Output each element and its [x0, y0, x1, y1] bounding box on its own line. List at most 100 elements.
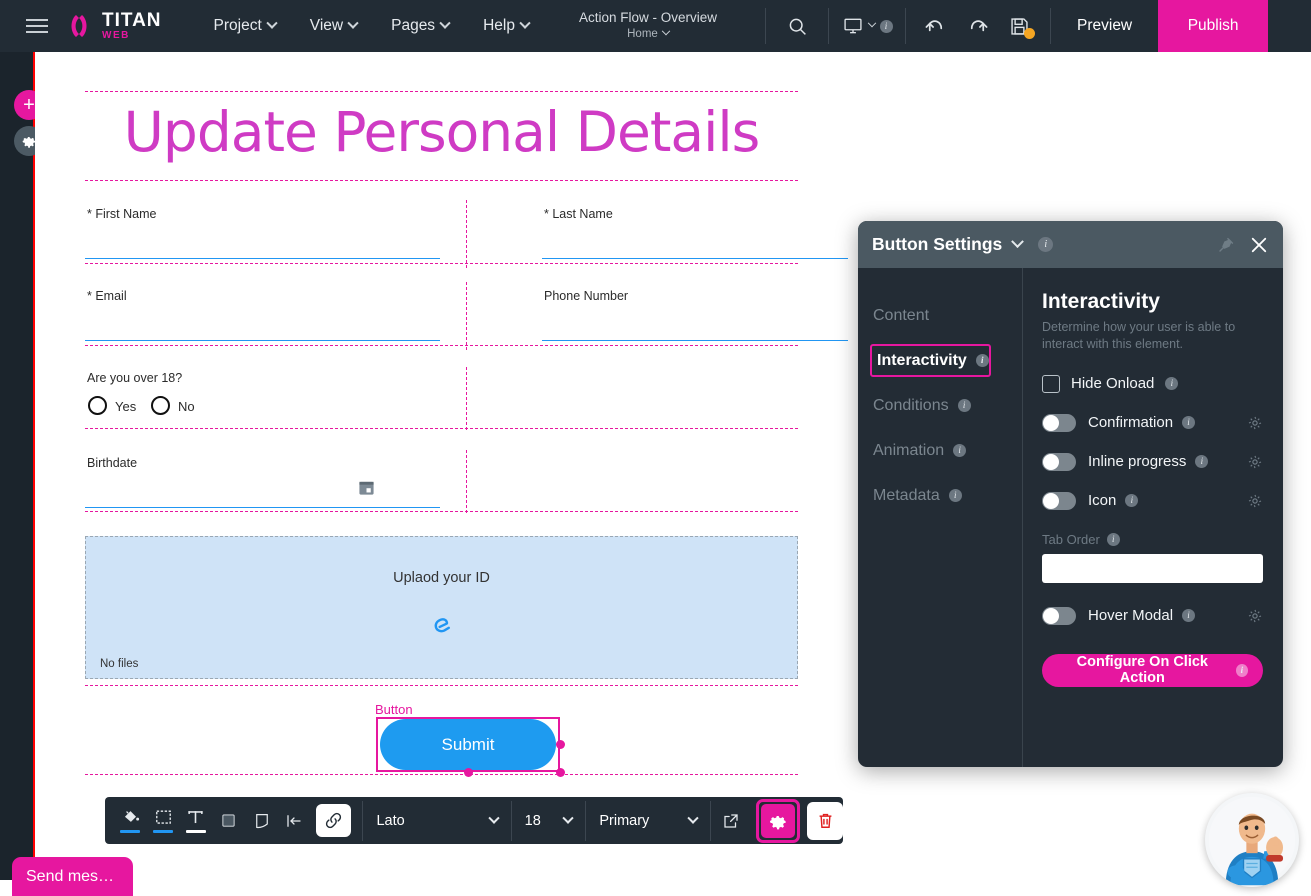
gear-icon — [1248, 609, 1262, 622]
panel-nav-item-content[interactable]: Content — [858, 293, 1022, 338]
panel-info-icon[interactable]: i — [1038, 237, 1054, 252]
chevron-down-icon[interactable] — [1011, 235, 1025, 249]
brand-logo[interactable]: TITAN WEB — [64, 11, 162, 41]
font-family-select[interactable]: Lato — [363, 797, 510, 844]
inline-progress-info-icon[interactable]: i — [1195, 455, 1209, 469]
configure-info-icon[interactable]: i — [1235, 663, 1248, 677]
hover-modal-toggle[interactable] — [1042, 606, 1076, 625]
divider — [905, 8, 906, 44]
open-external-button[interactable] — [711, 797, 751, 844]
align-left-button[interactable] — [278, 797, 311, 844]
hide-onload-checkbox[interactable] — [1042, 374, 1060, 393]
resize-handle-corner[interactable] — [556, 768, 565, 777]
hide-onload-info-icon[interactable]: i — [1165, 377, 1179, 391]
confirmation-info-icon[interactable]: i — [1182, 416, 1196, 430]
desktop-icon — [843, 18, 862, 34]
animation-info-icon[interactable]: i — [953, 444, 967, 457]
field-input-phone[interactable] — [542, 340, 848, 341]
search-button[interactable] — [766, 0, 828, 52]
radio-yes-label: Yes — [115, 399, 137, 414]
style-preset-select[interactable]: Primary — [586, 797, 709, 844]
tab-order-info-icon[interactable]: i — [1106, 532, 1120, 546]
hover-modal-settings-button[interactable] — [1247, 608, 1263, 624]
device-info-icon[interactable]: i — [879, 19, 893, 33]
paint-bucket-color-swatch — [120, 830, 141, 833]
send-message-button[interactable]: Send mes… — [12, 857, 133, 896]
font-family-value: Lato — [376, 812, 405, 829]
conditions-info-icon[interactable]: i — [957, 399, 971, 412]
confirmation-settings-button[interactable] — [1247, 415, 1263, 431]
shape-corner-button[interactable] — [245, 797, 278, 844]
border-button[interactable] — [147, 797, 180, 844]
guide-line — [466, 282, 467, 350]
publish-button[interactable]: Publish — [1158, 0, 1269, 52]
upload-no-files-text: No files — [100, 658, 139, 670]
page-title[interactable]: Update Personal Details — [85, 100, 798, 164]
close-icon[interactable] — [1249, 235, 1269, 255]
submit-button[interactable]: Submit — [380, 719, 556, 770]
paint-bucket-button[interactable] — [114, 797, 147, 844]
menu-item-project[interactable]: Project — [214, 17, 278, 35]
text-format-button[interactable] — [180, 797, 213, 844]
field-input-birthdate[interactable] — [85, 507, 440, 508]
main-menu: Project View Pages Help — [214, 17, 531, 35]
tab-order-input[interactable] — [1042, 553, 1263, 583]
support-mascot-avatar[interactable] — [1205, 793, 1299, 887]
titan-logo-icon — [64, 11, 94, 41]
delete-element-button[interactable] — [807, 801, 843, 840]
flow-page-selector[interactable]: Home — [579, 27, 717, 41]
icon-settings-button[interactable] — [1247, 493, 1263, 509]
resize-handle-right[interactable] — [556, 740, 565, 749]
field-input-first-name[interactable] — [85, 258, 440, 259]
link-button[interactable] — [315, 804, 352, 837]
calendar-picker-button[interactable] — [358, 479, 375, 501]
panel-nav-active-highlight: Interactivity i — [870, 344, 991, 377]
radio-no[interactable] — [151, 396, 170, 415]
open-external-icon — [723, 813, 738, 828]
hover-modal-info-icon[interactable]: i — [1182, 609, 1196, 623]
guide-line — [85, 91, 798, 92]
file-upload-dropzone[interactable]: Uplaod your ID No files — [85, 536, 798, 679]
panel-nav-item-interactivity[interactable]: Interactivity i — [858, 338, 1022, 383]
save-button[interactable] — [998, 0, 1040, 52]
field-input-last-name[interactable] — [542, 258, 848, 259]
hamburger-menu-icon[interactable] — [14, 19, 60, 33]
pin-icon[interactable] — [1217, 236, 1235, 254]
metadata-info-icon[interactable]: i — [948, 489, 962, 502]
design-canvas[interactable]: Update Personal Details * First Name * L… — [35, 52, 850, 802]
panel-nav-item-conditions[interactable]: Conditions i — [858, 383, 1022, 428]
guide-line — [466, 367, 467, 430]
device-selector[interactable]: i — [829, 0, 905, 52]
field-input-email[interactable] — [85, 340, 440, 341]
menu-item-view[interactable]: View — [310, 17, 359, 35]
icon-info-icon[interactable]: i — [1125, 494, 1139, 508]
action-flow-title[interactable]: Action Flow - Overview Home — [579, 10, 717, 41]
menu-item-help[interactable]: Help — [483, 17, 531, 35]
inline-progress-toggle[interactable] — [1042, 452, 1076, 471]
chevron-down-icon — [488, 812, 500, 824]
icon-toggle[interactable] — [1042, 491, 1076, 510]
style-preset-value: Primary — [599, 812, 650, 829]
fill-square-button[interactable] — [212, 797, 245, 844]
inline-progress-settings-button[interactable] — [1247, 454, 1263, 470]
undo-button[interactable] — [914, 0, 956, 52]
menu-item-pages[interactable]: Pages — [391, 17, 451, 35]
section-title: Interactivity — [1042, 290, 1160, 313]
element-settings-button[interactable] — [761, 803, 796, 838]
redo-button[interactable] — [956, 0, 998, 52]
upload-attach-button[interactable] — [86, 615, 797, 642]
resize-handle-bottom[interactable] — [464, 768, 473, 777]
font-size-select[interactable]: 18 — [512, 797, 586, 844]
confirmation-toggle[interactable] — [1042, 413, 1076, 432]
guide-line — [85, 345, 798, 346]
configure-on-click-action-button[interactable]: Configure On Click Action i — [1042, 653, 1263, 687]
hide-onload-row: Hide Onload i — [1042, 374, 1263, 393]
gear-icon — [1248, 494, 1262, 507]
preview-button[interactable]: Preview — [1051, 17, 1158, 35]
confirmation-row: Confirmation i — [1042, 413, 1263, 432]
panel-nav-item-animation[interactable]: Animation i — [858, 428, 1022, 473]
interactivity-info-icon[interactable]: i — [975, 354, 989, 367]
panel-nav-item-metadata[interactable]: Metadata i — [858, 473, 1022, 518]
radio-yes[interactable] — [88, 396, 107, 415]
chevron-down-icon — [439, 17, 451, 29]
